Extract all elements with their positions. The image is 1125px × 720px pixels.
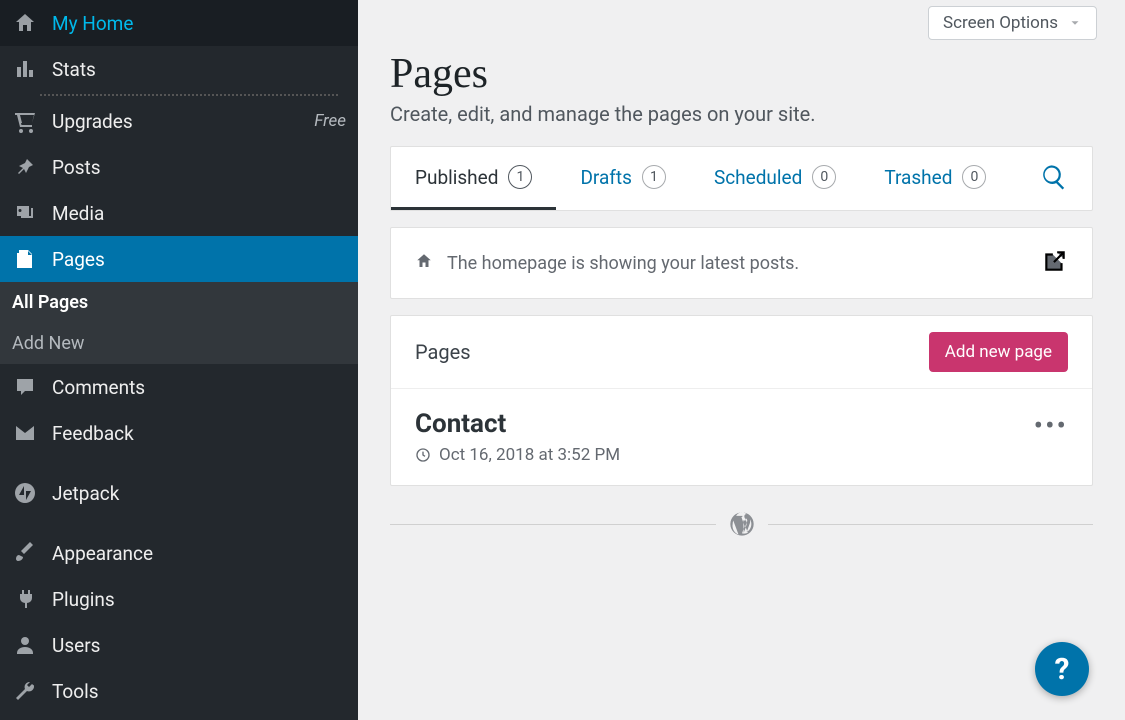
sidebar-divider [40, 94, 338, 96]
sidebar-item-media[interactable]: Media [0, 190, 358, 236]
page-row-date: Oct 16, 2018 at 3:52 PM [439, 445, 620, 465]
sidebar-item-label: My Home [52, 12, 133, 35]
home-icon [12, 10, 38, 36]
count-badge: 1 [508, 165, 532, 189]
chevron-down-icon [1068, 16, 1082, 30]
sidebar-item-label: Stats [52, 58, 96, 81]
sidebar-item-label: Posts [52, 156, 101, 179]
page-title: Pages [390, 50, 1109, 98]
pages-section-label: Pages [415, 340, 471, 364]
sidebar-item-label: Plugins [52, 588, 115, 611]
sidebar-item-label: Pages [52, 248, 105, 271]
plug-icon [12, 586, 38, 612]
sidebar-sub-add-new[interactable]: Add New [0, 323, 358, 364]
brush-icon [12, 540, 38, 566]
sidebar-item-comments[interactable]: Comments [0, 364, 358, 410]
screen-options-button[interactable]: Screen Options [928, 6, 1097, 40]
stats-icon [12, 56, 38, 82]
clock-icon [415, 447, 431, 463]
sidebar-item-meta: Free [314, 111, 346, 131]
main-content: Screen Options Pages Create, edit, and m… [358, 0, 1125, 720]
page-row-more-button[interactable]: ••• [1034, 409, 1068, 442]
count-badge: 0 [812, 165, 836, 189]
tab-label: Published [415, 166, 498, 189]
sidebar-item-label: Users [52, 634, 100, 657]
screen-options-label: Screen Options [943, 13, 1058, 33]
sidebar-item-stats[interactable]: Stats [0, 46, 358, 92]
external-link-icon [1042, 248, 1068, 274]
tab-trashed[interactable]: Trashed 0 [860, 147, 1010, 210]
count-badge: 0 [962, 165, 986, 189]
page-row[interactable]: Contact Oct 16, 2018 at 3:52 PM ••• [391, 389, 1092, 485]
add-new-page-button[interactable]: Add new page [929, 332, 1068, 372]
sidebar-item-my-home[interactable]: My Home [0, 0, 358, 46]
tabs: Published 1 Drafts 1 Scheduled 0 Trashed… [391, 147, 1092, 210]
comments-icon [12, 374, 38, 400]
page-description: Create, edit, and manage the pages on yo… [390, 102, 1109, 126]
sidebar-item-label: Upgrades [52, 110, 133, 133]
pages-list-panel: Pages Add new page Contact Oct 16, 2018 … [390, 315, 1093, 486]
tabs-panel: Published 1 Drafts 1 Scheduled 0 Trashed… [390, 146, 1093, 211]
admin-sidebar: My Home Stats Upgrades Free Posts Media … [0, 0, 358, 720]
sidebar-item-label: Media [52, 202, 104, 225]
pin-icon [12, 154, 38, 180]
cart-icon [12, 108, 38, 134]
sidebar-item-tools[interactable]: Tools [0, 668, 358, 714]
sidebar-item-label: Appearance [52, 542, 153, 565]
pages-icon [12, 246, 38, 272]
page-header: Pages Create, edit, and manage the pages… [390, 50, 1109, 126]
sidebar-item-jetpack[interactable]: Jetpack [0, 470, 358, 516]
tab-label: Trashed [884, 166, 952, 189]
search-button[interactable] [1016, 163, 1092, 195]
feedback-icon [12, 420, 38, 446]
sidebar-item-pages[interactable]: Pages [0, 236, 358, 282]
sidebar-item-label: Feedback [52, 422, 134, 445]
wordpress-logo-icon [728, 510, 756, 538]
sidebar-item-users[interactable]: Users [0, 622, 358, 668]
count-badge: 1 [642, 165, 666, 189]
search-icon [1040, 163, 1068, 191]
sidebar-item-label: Comments [52, 376, 145, 399]
help-button[interactable]: ? [1035, 642, 1089, 696]
tab-published[interactable]: Published 1 [391, 147, 556, 210]
sidebar-submenu-pages: All Pages Add New [0, 282, 358, 364]
tab-label: Scheduled [714, 166, 802, 189]
tab-scheduled[interactable]: Scheduled 0 [690, 147, 860, 210]
wp-divider [390, 510, 1093, 538]
sidebar-item-posts[interactable]: Posts [0, 144, 358, 190]
user-icon [12, 632, 38, 658]
home-notice-panel: The homepage is showing your latest post… [390, 227, 1093, 299]
tab-drafts[interactable]: Drafts 1 [556, 147, 690, 210]
external-link-button[interactable] [1042, 248, 1068, 278]
sidebar-item-upgrades[interactable]: Upgrades Free [0, 98, 358, 144]
page-row-title: Contact [415, 409, 620, 439]
tab-label: Drafts [580, 166, 632, 189]
wrench-icon [12, 678, 38, 704]
sidebar-item-plugins[interactable]: Plugins [0, 576, 358, 622]
help-icon: ? [1055, 652, 1070, 687]
home-notice-message: The homepage is showing your latest post… [447, 253, 799, 274]
sidebar-item-appearance[interactable]: Appearance [0, 530, 358, 576]
media-icon [12, 200, 38, 226]
sidebar-item-feedback[interactable]: Feedback [0, 410, 358, 456]
sidebar-item-label: Jetpack [52, 482, 119, 505]
jetpack-icon [12, 480, 38, 506]
sidebar-sub-all-pages[interactable]: All Pages [0, 282, 358, 323]
sidebar-item-label: Tools [52, 680, 99, 703]
home-icon [415, 252, 433, 274]
